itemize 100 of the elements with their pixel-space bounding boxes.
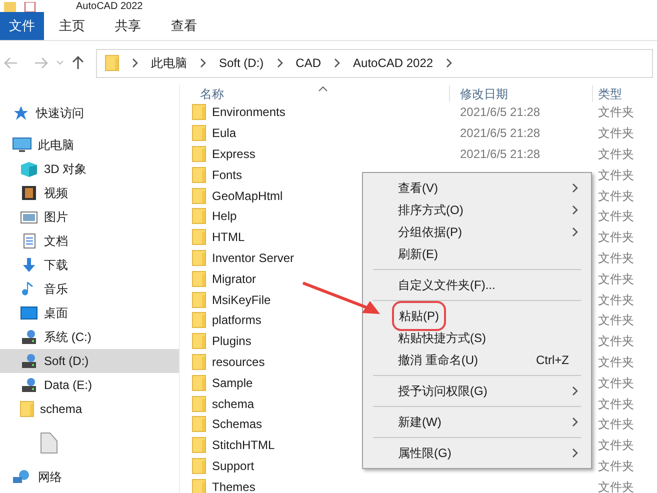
chevron-right-icon [571, 385, 579, 397]
menu-item[interactable]: 自定义文件夹(F)... [363, 274, 591, 296]
folder-icon [20, 401, 34, 417]
address-bar[interactable]: 此电脑 Soft (D:) CAD AutoCAD 2022 [96, 48, 653, 78]
folder-icon [192, 250, 206, 266]
window-title: AutoCAD 2022 [76, 2, 143, 12]
file-type: 文件夹 [597, 229, 634, 246]
forward-arrow-icon[interactable] [34, 57, 48, 69]
file-name[interactable]: Fonts [212, 166, 242, 184]
file-type: 文件夹 [597, 458, 634, 475]
ribbon-tab[interactable]: 主页 [44, 12, 100, 40]
network-icon [12, 469, 32, 485]
column-header[interactable]: 名称 [180, 85, 450, 102]
ribbon-tab[interactable]: 共享 [100, 12, 156, 40]
folder-icon [105, 55, 119, 71]
chevron-right-icon [571, 416, 579, 428]
breadcrumb[interactable]: 此电脑 [151, 54, 187, 72]
folder-icon [192, 458, 206, 474]
file-type: 文件夹 [597, 478, 634, 493]
chevron-right-icon [333, 58, 342, 68]
chevron-right-icon [571, 204, 579, 216]
file-type: 文件夹 [597, 292, 634, 309]
file-name[interactable]: Support [212, 456, 254, 475]
sidebar-item[interactable]: 音乐 [0, 277, 179, 301]
folder-icon [192, 146, 206, 162]
modified-date: 2021/6/5 21:28 [460, 146, 540, 161]
menu-item[interactable]: 分组依据(P) [363, 221, 591, 243]
ribbon-tab[interactable]: 文件 [0, 12, 44, 40]
sidebar-item[interactable]: schema [0, 397, 179, 421]
file-type: 文件夹 [597, 125, 634, 142]
breadcrumb[interactable]: Soft (D:) [219, 54, 264, 72]
file-name[interactable]: StitchHTML [212, 436, 275, 454]
file-name[interactable]: HTML [212, 228, 245, 246]
star-icon [12, 105, 30, 121]
file-name[interactable]: schema [212, 394, 254, 413]
file-name[interactable]: Environments [212, 103, 286, 122]
sidebar-item[interactable]: 视频 [0, 181, 179, 205]
file-name[interactable]: Inventor Server [212, 248, 294, 267]
sidebar-item[interactable]: 3D 对象 [0, 157, 179, 181]
folder-icon [192, 208, 206, 224]
column-header[interactable]: 类型 [593, 85, 622, 102]
file-type: 文件夹 [597, 333, 634, 350]
sidebar-item[interactable]: 下载 [0, 253, 179, 277]
folder-icon [192, 396, 206, 412]
dropdown-caret-icon[interactable] [56, 60, 64, 66]
file-name[interactable]: Help [212, 207, 237, 226]
menu-item[interactable]: 授予访问权限(G) [363, 380, 591, 402]
file-type: 文件夹 [597, 354, 634, 371]
file-name[interactable]: Schemas [212, 415, 262, 434]
chevron-right-icon [445, 58, 454, 68]
menu-item[interactable]: 撤消 重命名(U) Ctrl+Z [363, 349, 591, 371]
file-name[interactable]: Plugins [212, 332, 252, 350]
sidebar-item[interactable]: 系统 (C:) [0, 325, 179, 349]
sidebar-item[interactable]: Soft (D:) [0, 349, 179, 373]
file-name[interactable]: Express [212, 144, 256, 163]
folder-icon [192, 188, 206, 204]
sidebar-item[interactable]: 图片 [0, 205, 179, 229]
back-arrow-icon[interactable] [4, 57, 18, 69]
menu-item[interactable]: 刷新(E) [363, 243, 591, 265]
sidebar-item[interactable]: Data (E:) [0, 373, 179, 397]
file-type: 文件夹 [597, 146, 634, 163]
file-name[interactable]: Sample [212, 374, 253, 392]
sidebar-item[interactable]: 网络 [0, 465, 179, 489]
file-type: 文件夹 [597, 166, 634, 184]
menu-item[interactable]: 查看(V) [363, 177, 591, 199]
up-arrow-icon[interactable] [72, 56, 84, 70]
column-header[interactable]: 修改日期 [450, 85, 593, 102]
menu-item[interactable]: 新建(W) [363, 411, 591, 433]
file-type: 文件夹 [597, 312, 634, 330]
menu-item[interactable]: 排序方式(O) [363, 199, 591, 221]
file-name[interactable]: resources [212, 352, 265, 371]
sidebar-item[interactable]: 文档 [0, 229, 179, 253]
ribbon-tab[interactable]: 查看 [156, 12, 212, 40]
sidebar-item[interactable]: 快速访问 [0, 101, 179, 125]
breadcrumb[interactable]: AutoCAD 2022 [353, 54, 434, 72]
menu-item[interactable]: 属性限(G) [363, 442, 591, 464]
modified-date: 2021/6/5 21:28 [460, 105, 540, 120]
file-name[interactable]: Eula [212, 124, 236, 142]
folder-icon [192, 333, 206, 350]
computer-icon [12, 137, 32, 153]
file-name[interactable]: Migrator [212, 270, 256, 288]
film-icon [20, 185, 38, 201]
shortcut-text: Ctrl+Z [536, 352, 569, 369]
sort-caret-icon [318, 86, 328, 92]
file-type: 文件夹 [597, 374, 634, 392]
file-type: 文件夹 [597, 396, 634, 413]
folder-icon [192, 166, 206, 183]
breadcrumb[interactable]: CAD [296, 54, 322, 72]
file-type: 文件夹 [597, 208, 634, 226]
folder-icon [192, 104, 206, 120]
file-name[interactable]: platforms [212, 311, 262, 330]
sidebar-item[interactable]: 桌面 [0, 301, 179, 325]
file-name[interactable]: Themes [212, 478, 256, 493]
folder-icon [192, 270, 206, 287]
menu-item[interactable]: 粘贴快捷方式(S) [363, 327, 591, 349]
file-name[interactable]: GeoMapHtml [212, 186, 283, 205]
file-name[interactable]: MsiKeyFile [212, 290, 271, 309]
folder-icon [192, 437, 206, 454]
sidebar-item[interactable]: 此电脑 [0, 133, 179, 157]
chevron-right-icon [571, 447, 579, 459]
